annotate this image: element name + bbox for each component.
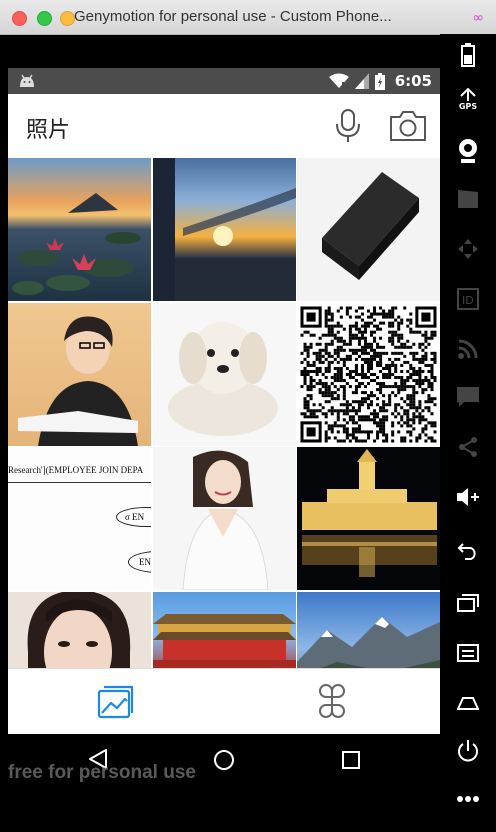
camera-icon[interactable] [388,108,428,144]
video-capture-tool-icon[interactable] [448,182,488,216]
app-bar: 照片 [8,94,440,158]
sunset-window-photo [152,158,296,301]
more-tool-icon[interactable] [448,782,488,816]
volume-up-icon[interactable] [448,480,488,514]
clover-icon[interactable] [312,681,352,721]
photo-thumbnail[interactable] [8,591,151,668]
woman-portrait-photo [27,591,131,668]
photo-thumbnail[interactable]: Research'](EMPLOYEE JOIN DEPA σ EN EN [8,447,151,590]
home-tool-icon[interactable] [448,686,488,720]
photo-thumbnail[interactable] [297,302,440,446]
qr-code-photo [300,306,437,442]
battery-tool-icon[interactable] [448,38,488,72]
genymotion-toolbar: GPS ID [440,34,496,832]
dpad-tool-icon[interactable] [448,232,488,266]
photo-thumbnail[interactable] [8,302,151,446]
photo-grid: Research'](EMPLOYEE JOIN DEPA σ EN EN [8,158,440,668]
back-tool-icon[interactable] [448,534,488,568]
phone-box-photo [322,172,419,280]
webcam-tool-icon[interactable] [448,134,488,168]
photo-thumbnail[interactable] [297,447,440,590]
svg-text:ID: ID [462,294,474,307]
window-title-bar: Genymotion for personal use - Custom Pho… [0,0,496,35]
photo-thumbnail[interactable] [152,591,296,668]
share-tool-icon[interactable] [448,430,488,464]
window-title: Genymotion for personal use - Custom Pho… [74,8,392,25]
photo-thumbnail[interactable] [8,158,151,301]
mountains-photo [297,616,440,668]
rss-tool-icon[interactable] [448,332,488,366]
bottom-navigation [8,668,440,734]
phone-screen: 6:05 照片 Research'](EMPLOYEE JOIN DEPA σ … [8,68,440,734]
page-title: 照片 [26,118,71,143]
battery-icon [374,72,385,90]
bride-portrait-photo [181,450,269,590]
wifi-icon [328,73,349,88]
recent-apps-icon[interactable] [342,751,360,769]
document-line: Research'](EMPLOYEE JOIN DEPA [8,465,144,475]
android-notification-icon [20,74,34,87]
photo-thumbnail[interactable] [152,447,296,590]
status-bar: 6:05 [8,68,440,94]
photo-thumbnail[interactable] [152,158,296,301]
home-icon[interactable] [213,749,235,771]
window-minimize-button[interactable] [37,11,52,26]
white-puppy-photo [167,321,278,436]
status-icons: 6:05 [328,71,432,91]
genymotion-icon: ∞ [472,10,484,26]
gps-label: GPS [458,101,478,111]
tiananmen-photo [152,613,296,668]
photo-thumbnail[interactable] [297,158,440,301]
cell-signal-icon [354,73,369,89]
gps-tool-icon[interactable]: GPS [448,82,488,116]
menu-tool-icon[interactable] [448,636,488,670]
night-building-photo [302,449,437,577]
gallery-icon[interactable] [96,683,136,719]
document-oval: σ EN [116,507,151,527]
device-id-tool-icon[interactable]: ID [448,282,488,316]
watermark-text: free for personal use [8,762,196,783]
power-tool-icon[interactable] [448,734,488,768]
lotus-pond-sunset-photo [12,193,141,295]
window-close-button[interactable] [12,11,27,26]
document-oval: EN [128,551,151,573]
photo-thumbnail[interactable] [297,591,440,668]
student-reading-photo [18,316,138,446]
recent-tool-icon[interactable] [448,586,488,620]
microphone-icon[interactable] [330,108,366,144]
window-zoom-button[interactable] [60,11,75,26]
status-time: 6:05 [394,72,432,90]
photo-thumbnail[interactable] [152,302,296,446]
sms-tool-icon[interactable] [448,380,488,414]
